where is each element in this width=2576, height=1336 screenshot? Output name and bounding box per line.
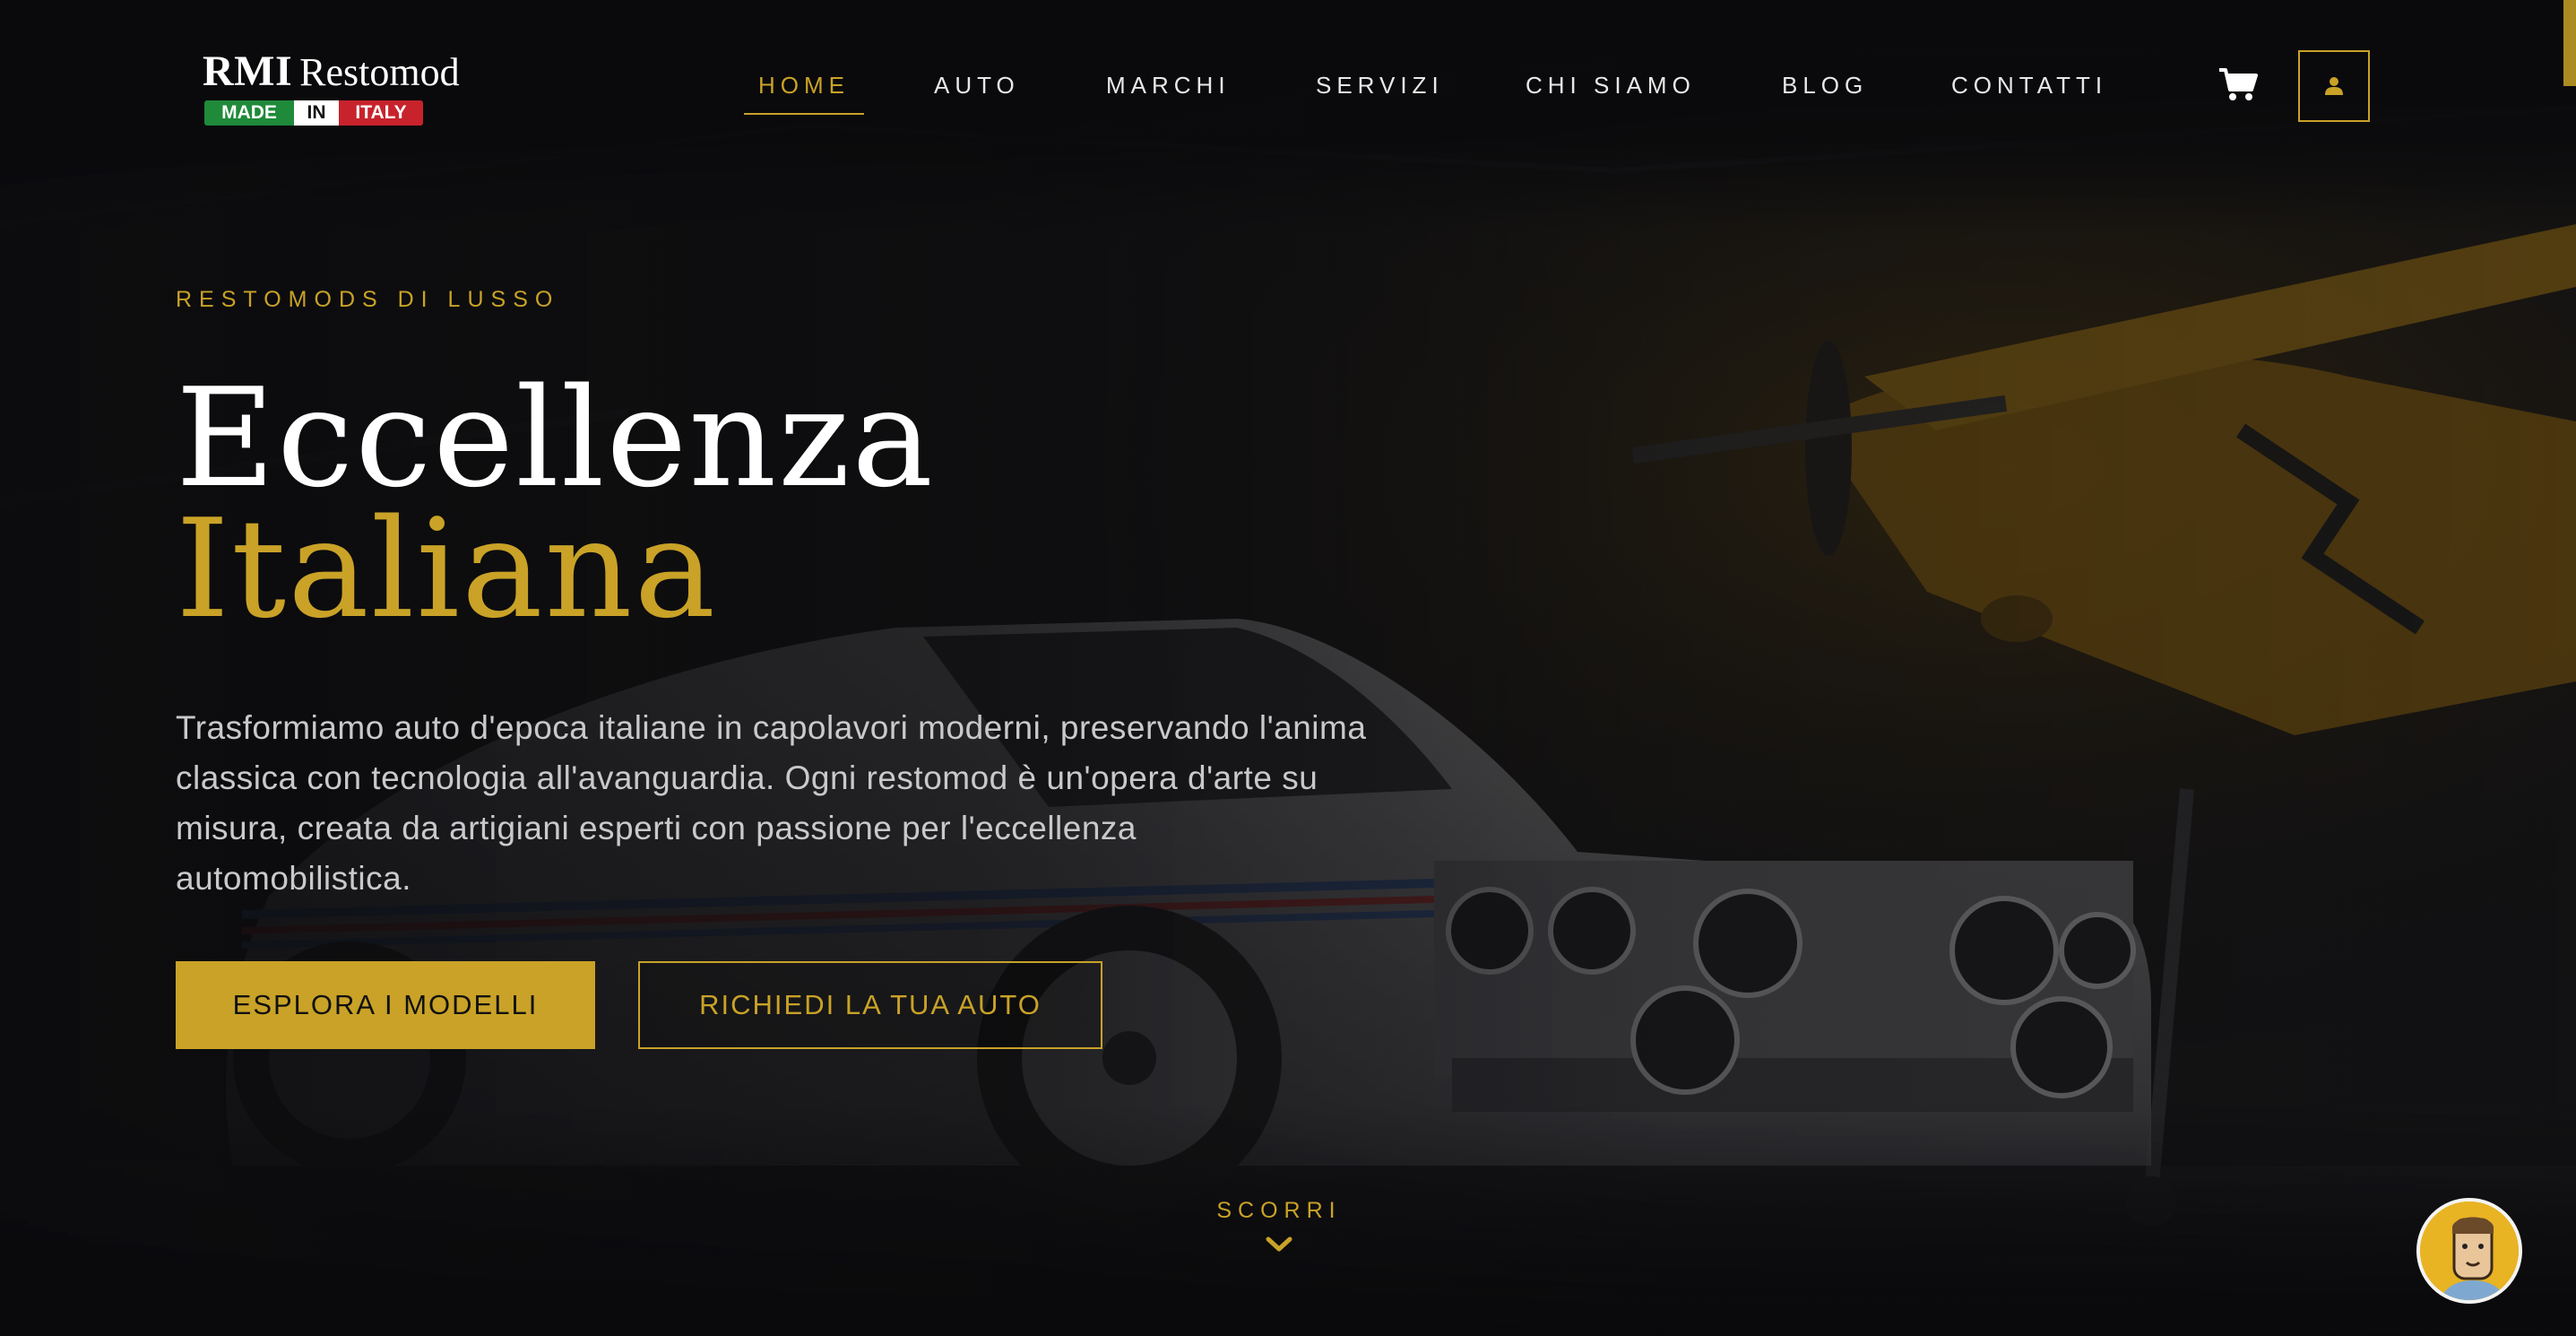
- nav-item-marchi[interactable]: MARCHI: [1106, 72, 1231, 100]
- cart-button[interactable]: [2217, 66, 2259, 102]
- nav-item-chi-siamo[interactable]: CHI SIAMO: [1526, 72, 1696, 100]
- badge-in: IN: [294, 100, 339, 126]
- nav-active-underline: [744, 113, 864, 115]
- page: RMI Restomod MADE IN ITALY HOME AUTO MARC…: [0, 0, 2576, 1336]
- hero-title-line1: Eccellenza: [176, 359, 935, 517]
- cart-icon: [2219, 68, 2258, 100]
- hero-title-line2: Italiana: [176, 490, 718, 648]
- hero-eyebrow: RESTOMODS DI LUSSO: [176, 287, 560, 312]
- site-header: RMI Restomod MADE IN ITALY HOME AUTO MARC…: [0, 0, 2576, 170]
- account-button[interactable]: [2298, 50, 2370, 122]
- badge-italy: ITALY: [339, 100, 423, 126]
- explore-models-button[interactable]: ESPLORA I MODELLI: [176, 961, 595, 1049]
- chevron-down-icon: [1266, 1236, 1292, 1252]
- nav-item-auto[interactable]: AUTO: [934, 72, 1020, 100]
- brand-name-bold: RMI: [203, 48, 293, 95]
- brand-name: RMI Restomod: [203, 47, 460, 96]
- made-in-italy-badge: MADE IN ITALY: [204, 100, 423, 126]
- nav-item-contatti[interactable]: CONTATTI: [1951, 72, 2107, 100]
- badge-made: MADE: [204, 100, 294, 126]
- hero-background-image: [0, 0, 2576, 1336]
- brand-logo[interactable]: RMI Restomod MADE IN ITALY: [203, 47, 489, 127]
- brand-name-regular: Restomod: [299, 50, 460, 94]
- nav-item-blog[interactable]: BLOG: [1782, 72, 1868, 100]
- nav-item-home[interactable]: HOME: [758, 72, 850, 100]
- scroll-label: SCORRI: [1216, 1198, 1342, 1223]
- scroll-down-hint[interactable]: SCORRI: [1189, 1198, 1369, 1254]
- request-car-button[interactable]: RICHIEDI LA TUA AUTO: [638, 961, 1102, 1049]
- user-icon: [2325, 77, 2343, 95]
- chat-assistant-avatar[interactable]: [2416, 1198, 2522, 1304]
- hero-description: Trasformiamo auto d'epoca italiane in ca…: [176, 709, 1367, 897]
- nav-item-servizi[interactable]: SERVIZI: [1316, 72, 1444, 100]
